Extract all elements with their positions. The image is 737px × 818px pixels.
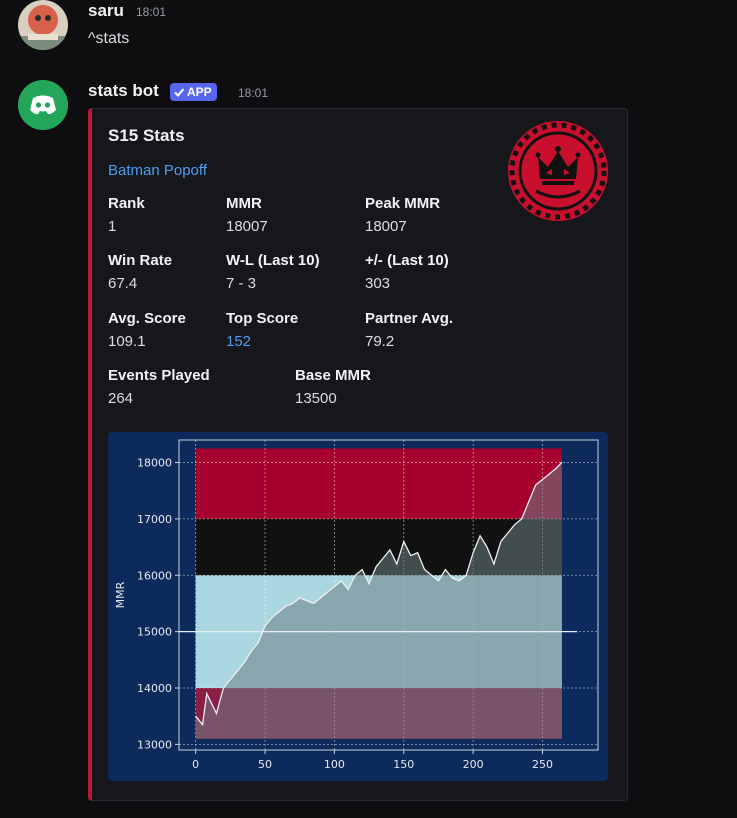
- timestamp: 18:01: [238, 86, 269, 100]
- user-avatar-saru[interactable]: [18, 0, 68, 50]
- field-name: Top Score: [226, 310, 299, 327]
- x-tick-label: 250: [532, 758, 553, 771]
- y-tick-label: 16000: [137, 569, 172, 582]
- field-name: MMR: [226, 195, 262, 212]
- y-axis-label: MMR: [114, 581, 127, 608]
- field-top-score: Top Score 152: [226, 310, 298, 350]
- username[interactable]: saru: [88, 1, 124, 21]
- field-wl-last-10: W-L (Last 10) 7 - 3: [226, 252, 320, 292]
- embed-title: S15 Stats: [108, 126, 185, 145]
- field-events-played: Events Played 264: [108, 367, 210, 407]
- mmr-history-chart-image[interactable]: 0 50 100 150 200 250 13000 14000 15000 16000 17000…: [108, 432, 608, 781]
- player-link[interactable]: Batman Popoff: [108, 162, 207, 179]
- discord-logo-icon: [18, 80, 68, 130]
- timestamp: 18:01: [136, 5, 167, 19]
- field-name: W-L (Last 10): [226, 252, 320, 269]
- field-value: 303: [365, 275, 391, 292]
- y-tick-label: 18000: [137, 457, 172, 470]
- x-tick-label: 200: [463, 758, 484, 771]
- message-text: ^stats: [88, 30, 130, 47]
- badge-label: APP: [187, 85, 212, 99]
- stats-embed: S15 Stats Batman Popoff Rank 1 MMR 18007…: [88, 108, 628, 801]
- field-name: Avg. Score: [108, 310, 186, 327]
- field-value: 18007: [226, 218, 268, 235]
- rank-band-3: [195, 448, 562, 519]
- y-tick-label: 15000: [137, 626, 172, 639]
- field-value: 264: [108, 390, 134, 407]
- field-value: 7 - 3: [226, 275, 257, 292]
- field-avg-score: Avg. Score 109.1: [108, 310, 186, 350]
- checkmark-icon: [174, 88, 185, 97]
- x-tick-label: 0: [192, 758, 199, 771]
- field-win-rate: Win Rate 67.4: [108, 252, 172, 292]
- y-tick-label: 13000: [137, 738, 172, 751]
- field-rank: Rank 1: [108, 195, 145, 235]
- y-tick-label: 17000: [137, 513, 172, 526]
- field-value: 109.1: [108, 333, 146, 350]
- bot-avatar[interactable]: [18, 80, 68, 130]
- mario-kart-crown-logo-icon[interactable]: [506, 119, 610, 223]
- field-value: 18007: [365, 218, 407, 235]
- field-name: Peak MMR: [365, 195, 441, 212]
- field-name: Events Played: [108, 367, 210, 384]
- x-tick-label: 50: [258, 758, 272, 771]
- field-value: 79.2: [365, 333, 395, 350]
- field-partner-avg: Partner Avg. 79.2: [365, 310, 453, 350]
- field-value: 13500: [295, 390, 337, 407]
- x-tick-label: 100: [324, 758, 345, 771]
- top-score-link[interactable]: 152: [226, 333, 298, 350]
- app-badge: APP: [170, 83, 217, 101]
- field-plus-minus-last-10: +/- (Last 10) 303: [365, 252, 449, 292]
- field-name: Base MMR: [295, 367, 371, 384]
- x-tick-label: 150: [393, 758, 414, 771]
- y-tick-label: 14000: [137, 682, 172, 695]
- field-value: 1: [108, 218, 117, 235]
- field-peak-mmr: Peak MMR 18007: [365, 195, 440, 235]
- field-name: +/- (Last 10): [365, 252, 449, 269]
- field-name: Rank: [108, 195, 145, 212]
- field-name: Partner Avg.: [365, 310, 454, 327]
- username[interactable]: stats bot: [88, 81, 159, 101]
- field-value: 67.4: [108, 275, 138, 292]
- field-mmr: MMR 18007: [226, 195, 268, 235]
- field-base-mmr: Base MMR 13500: [295, 367, 371, 407]
- mmr-history-chart: 0 50 100 150 200 250 13000 14000 15000 16000 17000…: [108, 432, 608, 781]
- field-name: Win Rate: [108, 252, 173, 269]
